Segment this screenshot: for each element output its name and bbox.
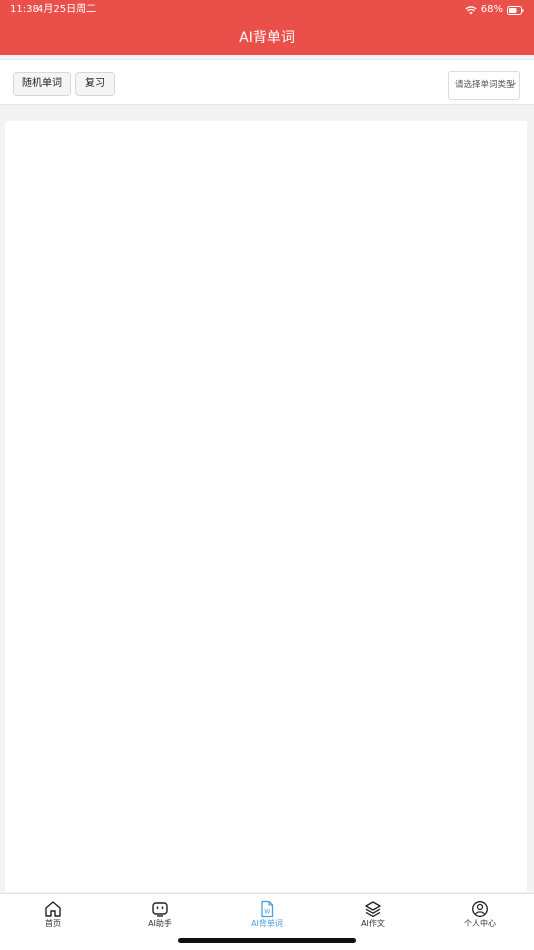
review-button[interactable]: 复习 (75, 72, 115, 96)
status-date: 4月25日周二 (37, 4, 97, 15)
home-icon (45, 901, 61, 917)
chevron-down-icon (509, 82, 516, 87)
wifi-icon (465, 5, 477, 14)
tab-ai-essay-label: AI作文 (361, 919, 385, 928)
tab-ai-words-label: AI背单词 (251, 919, 283, 928)
svg-text:W: W (264, 909, 270, 916)
word-document-icon: W (261, 900, 274, 918)
app-header: 11:38 4月25日周二 68% AI背单词 (0, 0, 534, 55)
battery-percentage: 68% (480, 4, 503, 15)
word-type-select[interactable]: 请选择单词类型 (448, 71, 520, 100)
robot-icon (152, 902, 168, 917)
tab-ai-assistant[interactable]: AI助手 (120, 900, 200, 932)
word-content-area (5, 121, 527, 892)
layers-icon (365, 901, 381, 918)
user-circle-icon (472, 901, 488, 917)
page-title: AI背单词 (239, 30, 295, 46)
status-indicators: 68% (465, 0, 524, 20)
tab-ai-assistant-label: AI助手 (148, 919, 172, 928)
tab-home[interactable]: 首页 (13, 900, 93, 932)
word-type-placeholder: 请选择单词类型 (455, 80, 515, 90)
random-word-button[interactable]: 随机单词 (13, 72, 71, 96)
home-indicator (178, 938, 356, 943)
status-time: 11:38 (10, 4, 39, 15)
tab-home-label: 首页 (45, 919, 61, 928)
status-bar: 11:38 4月25日周二 68% (0, 0, 534, 20)
tab-profile[interactable]: 个人中心 (440, 900, 520, 932)
word-toolbar: 随机单词 复习 请选择单词类型 (0, 59, 534, 105)
battery-icon (507, 5, 524, 15)
tab-ai-words[interactable]: W AI背单词 (227, 900, 307, 932)
tab-profile-label: 个人中心 (464, 919, 496, 928)
tab-ai-essay[interactable]: AI作文 (333, 900, 413, 932)
